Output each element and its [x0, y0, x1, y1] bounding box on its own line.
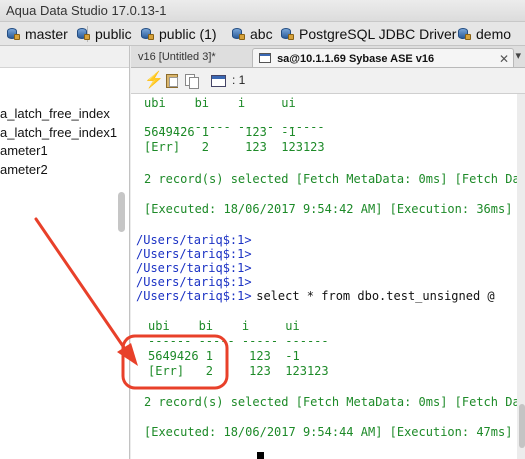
text-cursor	[257, 452, 264, 459]
annotation-arrow-line	[34, 217, 129, 354]
annotation-overlay	[34, 217, 229, 390]
annotation-highlight-box	[121, 334, 229, 390]
annotation-arrowhead	[117, 343, 138, 366]
